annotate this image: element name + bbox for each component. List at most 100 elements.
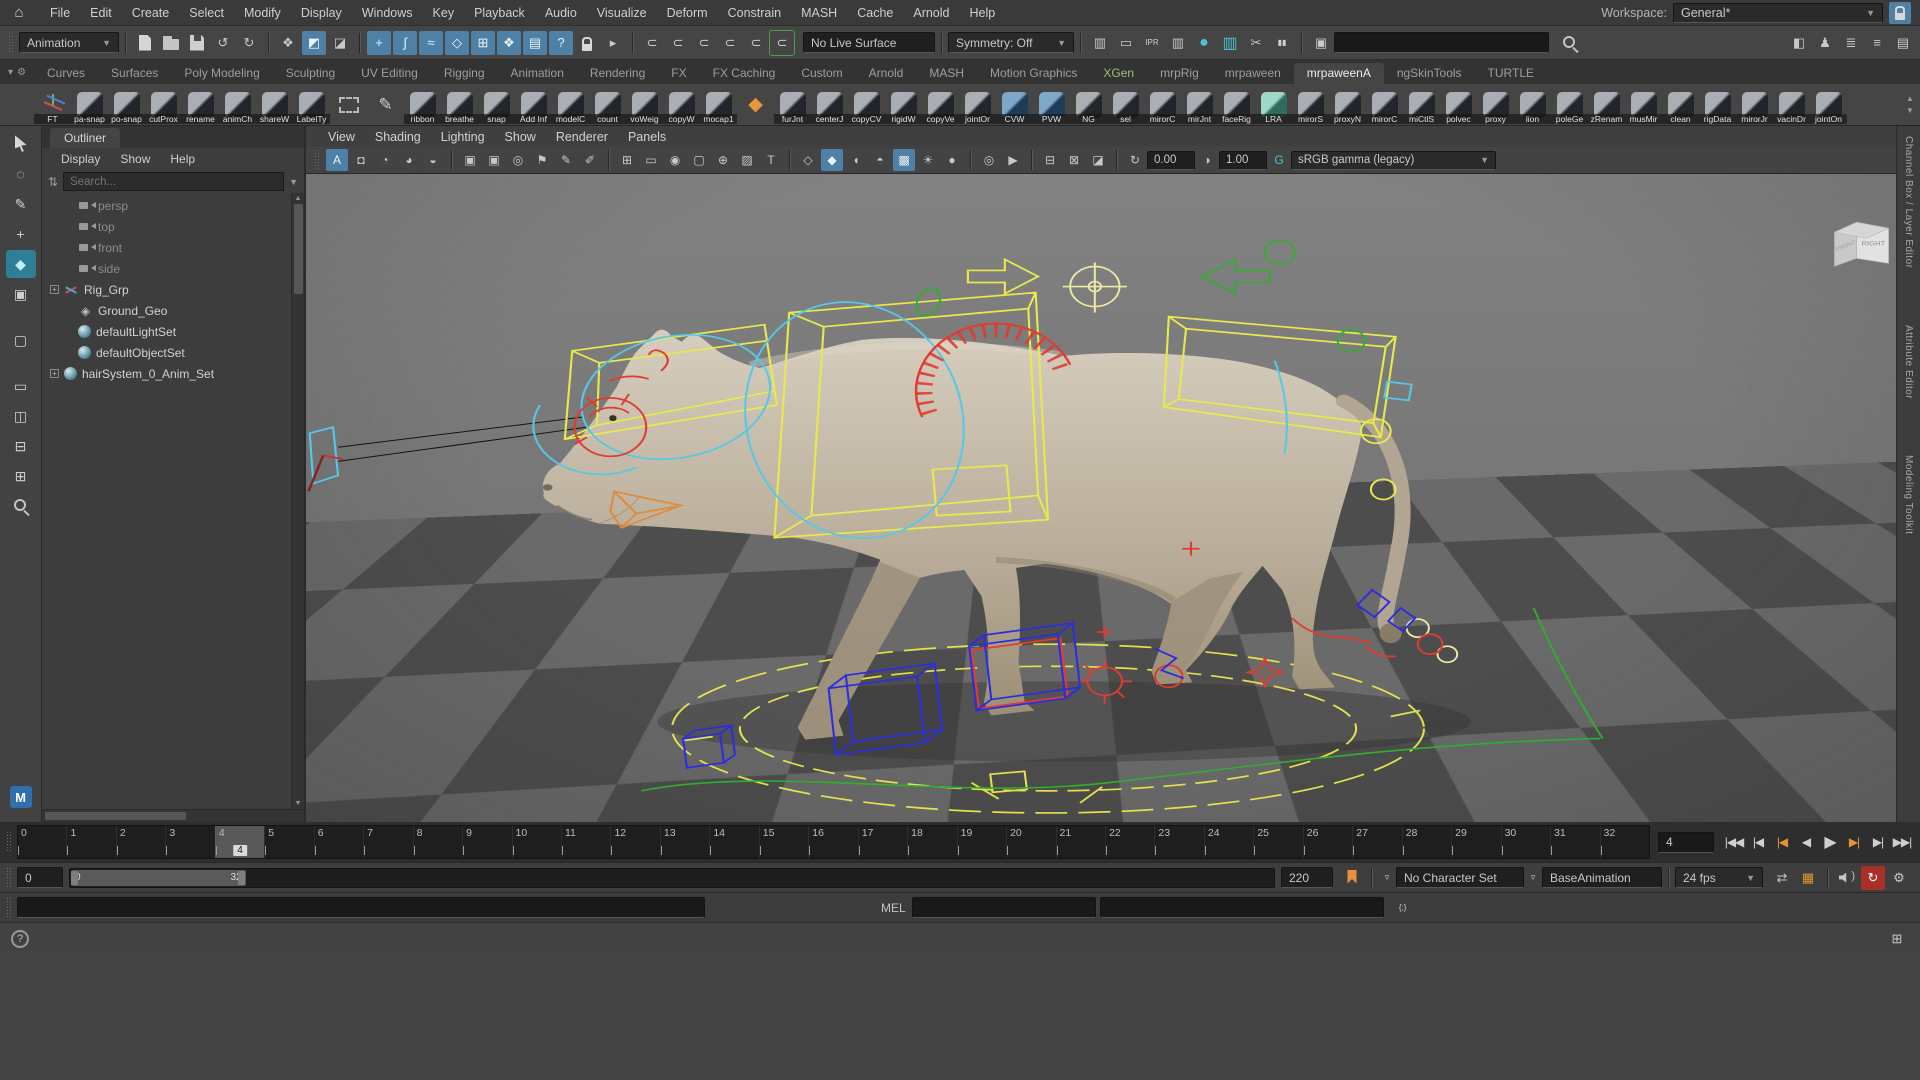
viewport-menu-lighting[interactable]: Lighting bbox=[431, 128, 495, 146]
xray-icon[interactable]: ⊠ bbox=[1063, 149, 1085, 171]
lock-selection-icon[interactable] bbox=[575, 31, 599, 55]
playback-loop-icon[interactable]: ⇄ bbox=[1770, 866, 1794, 890]
shelf-button-mirorjr[interactable]: mirorJr bbox=[1736, 86, 1773, 124]
timeline-frame-7[interactable]: 7 bbox=[363, 826, 412, 858]
go-to-end-button[interactable]: ▶▶| bbox=[1890, 830, 1914, 854]
menu-windows[interactable]: Windows bbox=[352, 2, 423, 24]
shelf-button-mirorc[interactable]: mirorC bbox=[1366, 86, 1403, 124]
shelf-tab-uv-editing[interactable]: UV Editing bbox=[348, 63, 431, 84]
back-arrow-control[interactable] bbox=[1202, 259, 1270, 293]
timeline-frame-18[interactable]: 18 bbox=[907, 826, 956, 858]
mask-rendering-icon[interactable]: ▤ bbox=[523, 31, 547, 55]
color-management-toggle-icon[interactable]: G bbox=[1268, 149, 1290, 171]
snap-to-view-plane-icon[interactable]: ⊂ bbox=[744, 31, 768, 55]
green-circle-top[interactable] bbox=[1265, 240, 1295, 264]
make-object-live-icon[interactable]: ⊂ bbox=[770, 31, 794, 55]
mask-dynamics-icon[interactable]: ❖ bbox=[497, 31, 521, 55]
pencil-tool-icon[interactable]: ✎ bbox=[367, 86, 404, 124]
shelf-button-clean[interactable]: clean bbox=[1662, 86, 1699, 124]
mask-deformers-icon[interactable]: ⊞ bbox=[471, 31, 495, 55]
timeline-frame-5[interactable]: 5 bbox=[264, 826, 313, 858]
shelf-tab-surfaces[interactable]: Surfaces bbox=[98, 63, 171, 84]
mask-surfaces-icon[interactable]: ◇ bbox=[445, 31, 469, 55]
outliner-item-top[interactable]: top bbox=[42, 216, 304, 237]
timeline-frame-9[interactable]: 9 bbox=[462, 826, 511, 858]
shadows-icon[interactable]: ● bbox=[941, 149, 963, 171]
channel-box-toggle-icon[interactable]: ≣ bbox=[1839, 31, 1863, 55]
shelf-tab-curves[interactable]: Curves bbox=[34, 63, 98, 84]
checker-material-icon[interactable]: ▩ bbox=[893, 149, 915, 171]
scrollbar-thumb[interactable] bbox=[294, 204, 303, 294]
gamma-icon[interactable]: ◑ bbox=[1196, 149, 1218, 171]
shelf-tab-fx-caching[interactable]: FX Caching bbox=[700, 63, 789, 84]
timeline-frame-6[interactable]: 6 bbox=[314, 826, 363, 858]
timeline-frame-10[interactable]: 10 bbox=[512, 826, 561, 858]
shelf-button-copycv[interactable]: copyCV bbox=[848, 86, 885, 124]
select-tool[interactable] bbox=[6, 130, 36, 158]
timeline-frame-27[interactable]: 27 bbox=[1352, 826, 1401, 858]
lock-camera-icon[interactable]: ◘ bbox=[350, 149, 372, 171]
outliner-menu-show[interactable]: Show bbox=[111, 150, 159, 168]
menu-create[interactable]: Create bbox=[122, 2, 180, 24]
scale-tool[interactable]: ▣ bbox=[6, 280, 36, 308]
scroll-up-icon[interactable]: ▲ bbox=[295, 193, 302, 204]
attribute-editor-toggle-icon[interactable]: ≡ bbox=[1865, 31, 1889, 55]
new-scene-icon[interactable] bbox=[133, 31, 157, 55]
shelf-button-mocap1[interactable]: mocap1 bbox=[700, 86, 737, 124]
highlight-selection-icon[interactable]: ▸ bbox=[601, 31, 625, 55]
paint-select-tool[interactable]: ✎ bbox=[6, 190, 36, 218]
timeline-frame-15[interactable]: 15 bbox=[759, 826, 808, 858]
shelf-button-sharew[interactable]: shareW bbox=[256, 86, 293, 124]
tail-mid-control[interactable] bbox=[1371, 479, 1396, 499]
character-controls-toggle-icon[interactable]: ♟ bbox=[1813, 31, 1837, 55]
content-browser[interactable] bbox=[6, 492, 36, 520]
mute-audio-icon[interactable] bbox=[1835, 866, 1859, 890]
step-forward-key-button[interactable]: ▶| bbox=[1842, 830, 1866, 854]
gamma-field[interactable]: 1.00 bbox=[1219, 151, 1267, 170]
wireframe-icon[interactable]: ◇ bbox=[797, 149, 819, 171]
animation-layer-arrow-icon[interactable]: ▿ bbox=[1525, 866, 1541, 890]
shelf-button-furjnt[interactable]: furJnt bbox=[774, 86, 811, 124]
filter-icon[interactable]: ⇅ bbox=[48, 175, 58, 189]
screen-space-ao-icon[interactable]: ◎ bbox=[978, 149, 1000, 171]
shelf-tab-mrpaween[interactable]: mrpaween bbox=[1212, 63, 1294, 84]
time-slider-grip[interactable] bbox=[6, 831, 13, 853]
shelf-button-mirors[interactable]: mirorS bbox=[1292, 86, 1329, 124]
outliner-item-rig-grp[interactable]: +Rig_Grp bbox=[42, 279, 304, 300]
quick-selection-input[interactable] bbox=[1334, 32, 1549, 53]
outliner-horizontal-scrollbar[interactable] bbox=[42, 809, 304, 822]
view-transform-dropdown[interactable]: sRGB gamma (legacy)▼ bbox=[1291, 151, 1496, 170]
scroll-down-icon[interactable]: ▼ bbox=[295, 798, 302, 809]
playback-range-bar[interactable]: 032 bbox=[71, 870, 246, 886]
mask-handles-icon[interactable]: + bbox=[367, 31, 391, 55]
shelf-tab-mrprig[interactable]: mrpRig bbox=[1147, 63, 1212, 84]
render-sequence-icon[interactable]: ▥ bbox=[1166, 31, 1190, 55]
last-tool-slot[interactable]: ▢ bbox=[6, 326, 36, 354]
mask-misc-icon[interactable]: ? bbox=[549, 31, 573, 55]
shelf-button-rigdata[interactable]: rigData bbox=[1699, 86, 1736, 124]
orange-diamond-icon[interactable]: ◆ bbox=[737, 86, 774, 124]
shelf-button-lra[interactable]: LRA bbox=[1255, 86, 1292, 124]
step-forward-frame-button[interactable]: ▶| bbox=[1866, 830, 1890, 854]
menu-arnold[interactable]: Arnold bbox=[903, 2, 959, 24]
shelf-tab-turtle[interactable]: TURTLE bbox=[1475, 63, 1547, 84]
timeline-frame-25[interactable]: 25 bbox=[1253, 826, 1302, 858]
image-plane-icon[interactable]: ◒ bbox=[422, 149, 444, 171]
select-camera-icon[interactable]: A bbox=[326, 149, 348, 171]
create-bookmark-icon[interactable] bbox=[1340, 866, 1364, 890]
shelf-button-sel[interactable]: sel bbox=[1107, 86, 1144, 124]
timeline-frame-11[interactable]: 11 bbox=[561, 826, 610, 858]
shelf-tab-custom[interactable]: Custom bbox=[788, 63, 855, 84]
timeline-ruler[interactable]: 0123445678910111213141516171819202122232… bbox=[17, 825, 1650, 859]
exposure-icon[interactable]: ↻ bbox=[1124, 149, 1146, 171]
shelf-button-rename[interactable]: rename bbox=[182, 86, 219, 124]
shelf-gear-icon[interactable]: ⚙ bbox=[17, 67, 26, 78]
shelf-scroll-arrows[interactable]: ▲▼ bbox=[1900, 94, 1920, 115]
open-scene-icon[interactable] bbox=[159, 31, 183, 55]
range-handle[interactable] bbox=[71, 871, 78, 885]
shelf-tab-animation[interactable]: Animation bbox=[498, 63, 577, 84]
shelf-button-pa-snap[interactable]: pa-snap bbox=[71, 86, 108, 124]
step-back-frame-button[interactable]: |◀ bbox=[1746, 830, 1770, 854]
menu-constrain[interactable]: Constrain bbox=[718, 2, 792, 24]
outliner-item-defaultobjectset[interactable]: defaultObjectSet bbox=[42, 342, 304, 363]
